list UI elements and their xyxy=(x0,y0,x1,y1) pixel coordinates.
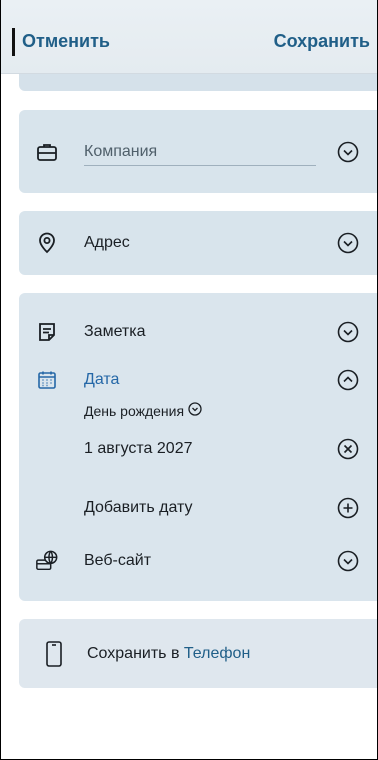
phone-icon xyxy=(45,640,63,668)
address-row[interactable]: Адрес xyxy=(19,228,378,258)
details-card: Заметка Дата День рождения 1 августа 202… xyxy=(19,293,378,601)
address-label: Адрес xyxy=(84,234,130,251)
note-icon xyxy=(35,320,59,344)
save-button[interactable]: Сохранить xyxy=(274,31,370,52)
chevron-down-icon xyxy=(188,402,202,419)
expand-chevron-icon[interactable] xyxy=(336,140,360,164)
company-card: Компания xyxy=(19,110,378,193)
save-to-text: Сохранить в Телефон xyxy=(87,645,250,663)
add-icon[interactable] xyxy=(336,496,360,520)
save-to-card[interactable]: Сохранить в Телефон xyxy=(19,619,378,688)
add-date-row[interactable]: Добавить дату xyxy=(19,493,378,523)
text-cursor xyxy=(12,28,15,56)
website-globe-icon xyxy=(35,549,59,573)
date-value[interactable]: 1 августа 2027 xyxy=(84,440,192,458)
note-row[interactable]: Заметка xyxy=(19,317,378,347)
company-input[interactable]: Компания xyxy=(84,143,157,161)
contact-edit-screen: Отменить Сохранить Компания Адрес Заметк… xyxy=(0,0,378,760)
date-type-label: День рождения xyxy=(84,402,185,419)
previous-card-remnant xyxy=(19,74,378,91)
save-to-row[interactable]: Сохранить в Телефон xyxy=(19,639,378,669)
collapse-chevron-icon[interactable] xyxy=(336,368,360,392)
map-pin-icon xyxy=(35,231,59,255)
note-label: Заметка xyxy=(84,323,146,340)
header-bar: Отменить Сохранить xyxy=(0,0,378,74)
briefcase-icon xyxy=(35,140,59,164)
expand-chevron-icon[interactable] xyxy=(336,549,360,573)
calendar-icon xyxy=(35,368,59,392)
address-card: Адрес xyxy=(19,211,378,275)
website-row[interactable]: Веб-сайт xyxy=(19,546,378,576)
frame-border-left xyxy=(0,0,1,760)
company-row[interactable]: Компания xyxy=(19,137,378,167)
save-to-target-link[interactable]: Телефон xyxy=(184,645,250,662)
expand-chevron-icon[interactable] xyxy=(336,320,360,344)
date-row[interactable]: Дата xyxy=(19,365,378,395)
add-date-label: Добавить дату xyxy=(84,499,193,516)
cancel-button[interactable]: Отменить xyxy=(22,31,110,52)
date-type-selector[interactable]: День рождения xyxy=(84,402,202,419)
website-label: Веб-сайт xyxy=(84,552,152,569)
expand-chevron-icon[interactable] xyxy=(336,231,360,255)
date-label: Дата xyxy=(84,371,120,388)
date-value-row[interactable]: 1 августа 2027 xyxy=(19,434,378,464)
save-to-prefix: Сохранить в xyxy=(87,645,180,662)
company-input-underline xyxy=(84,165,316,166)
remove-date-icon[interactable] xyxy=(336,437,360,461)
